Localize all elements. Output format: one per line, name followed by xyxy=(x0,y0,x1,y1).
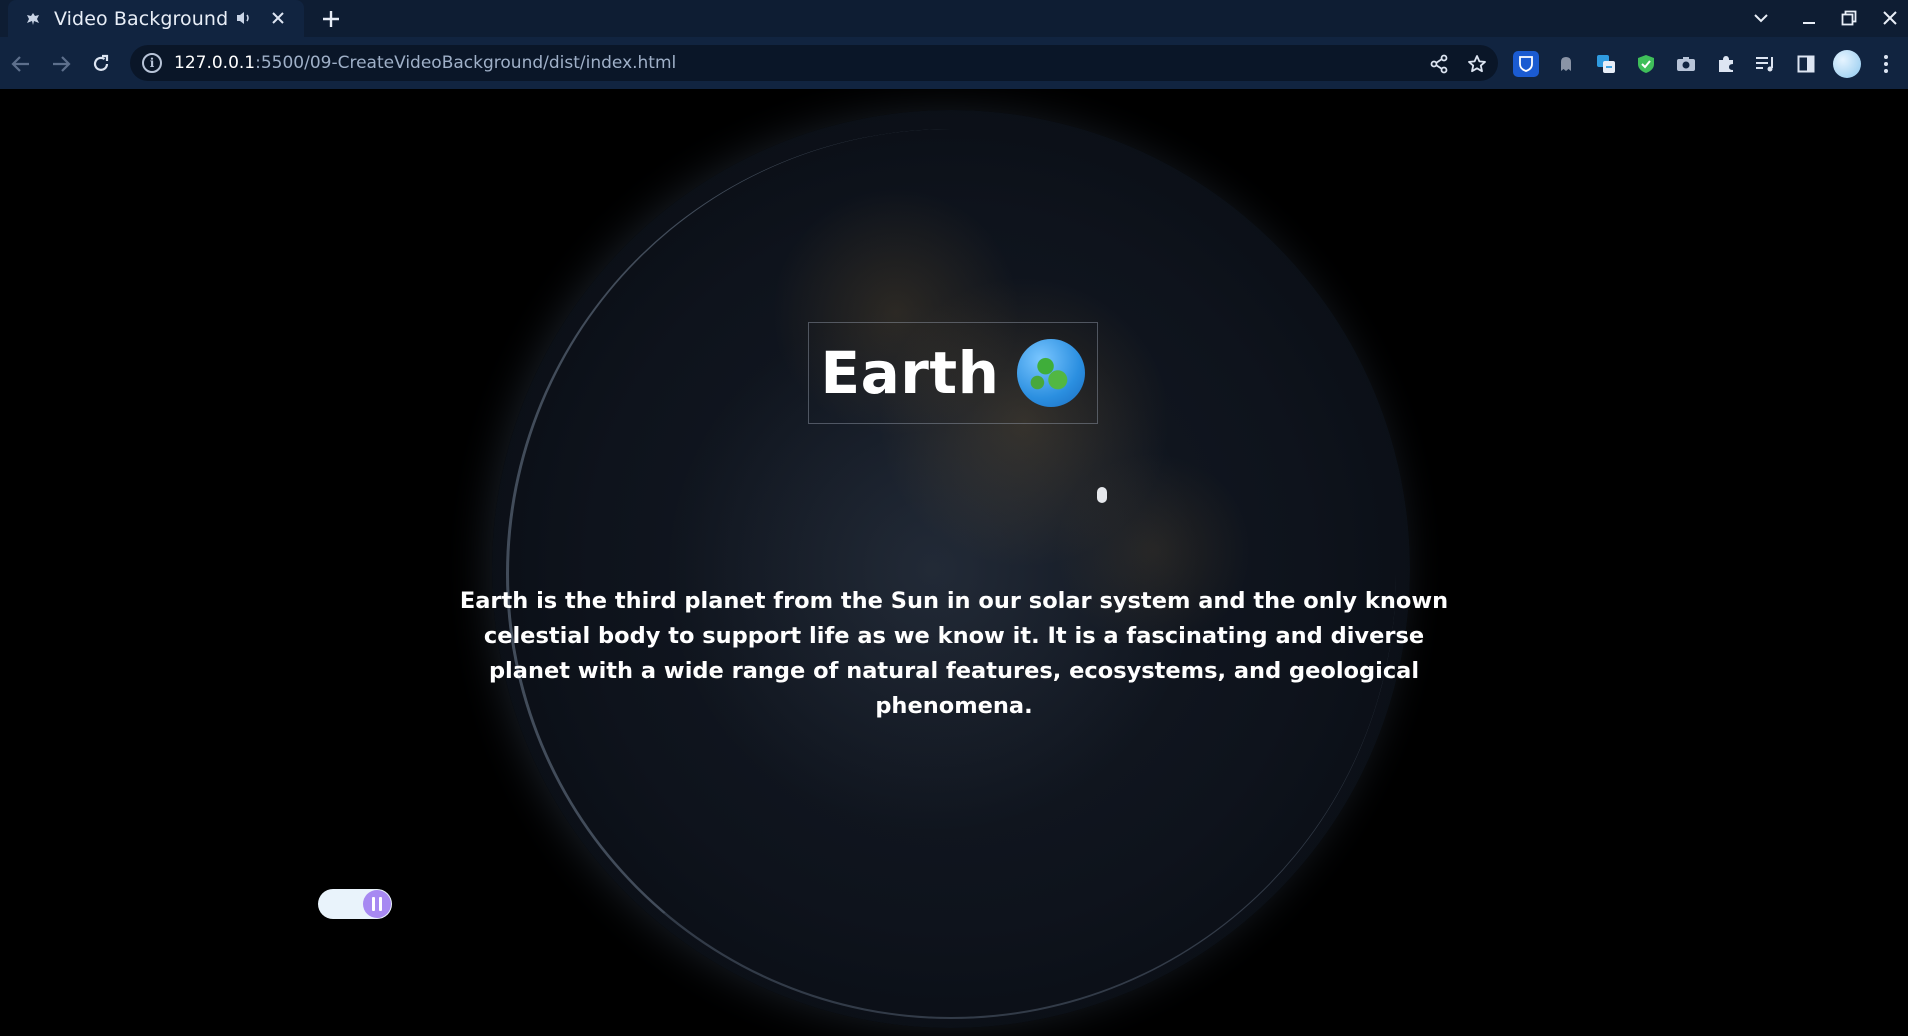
restore-button[interactable] xyxy=(1834,4,1864,32)
close-icon xyxy=(1883,11,1897,25)
new-tab-button[interactable] xyxy=(316,4,346,34)
shield-icon[interactable] xyxy=(1633,51,1659,77)
chevron-down-icon xyxy=(1754,14,1768,23)
url-text[interactable]: 127.0.0.1:5500/09-CreateVideoBackground/… xyxy=(174,53,676,73)
tab-strip: Video Background xyxy=(0,0,1908,37)
page-title-box: Earth xyxy=(808,322,1098,424)
reload-button[interactable] xyxy=(86,49,116,79)
media-list-icon[interactable] xyxy=(1753,51,1779,77)
earth-atmosphere-rim xyxy=(506,129,1396,1019)
page-title: Earth xyxy=(820,339,1000,407)
forward-icon xyxy=(53,56,71,72)
restore-icon xyxy=(1841,10,1857,26)
back-button[interactable] xyxy=(6,49,36,79)
bat-icon xyxy=(22,8,44,30)
minimize-icon xyxy=(1803,22,1815,24)
page-viewport xyxy=(0,89,1908,1036)
page-description: Earth is the third planet from the Sun i… xyxy=(459,588,1449,719)
translate-icon[interactable] xyxy=(1593,51,1619,77)
speaker-icon[interactable] xyxy=(234,8,254,28)
url-path: :5500/09-CreateVideoBackground/dist/inde… xyxy=(255,53,677,73)
back-icon xyxy=(11,56,29,72)
address-bar[interactable]: i 127.0.0.1:5500/09-CreateVideoBackgroun… xyxy=(130,45,1498,81)
share-icon[interactable] xyxy=(1426,51,1452,77)
tab-search-button[interactable] xyxy=(1746,4,1776,32)
forward-button[interactable] xyxy=(46,49,76,79)
minimize-button[interactable] xyxy=(1794,4,1824,32)
ghost-icon[interactable] xyxy=(1553,51,1579,77)
browser-tab[interactable]: Video Background xyxy=(8,0,304,37)
globe-europe-africa-icon xyxy=(1017,339,1086,407)
reload-icon xyxy=(93,54,109,71)
text-cursor xyxy=(1097,487,1107,503)
bookmark-star-icon[interactable] xyxy=(1464,51,1490,77)
window-close-button[interactable] xyxy=(1875,4,1905,32)
url-host: 127.0.0.1 xyxy=(174,53,256,73)
tab-title: Video Background xyxy=(54,7,229,30)
site-info-icon[interactable]: i xyxy=(142,53,162,73)
bitwarden-icon[interactable] xyxy=(1513,51,1539,77)
video-play-pause-toggle[interactable] xyxy=(318,889,392,919)
profile-avatar[interactable] xyxy=(1833,50,1861,78)
menu-icon[interactable] xyxy=(1873,51,1899,77)
pause-icon[interactable] xyxy=(363,890,391,918)
side-panel-icon[interactable] xyxy=(1793,51,1819,77)
plus-icon xyxy=(323,11,339,27)
puzzle-icon[interactable] xyxy=(1713,51,1739,77)
close-icon[interactable] xyxy=(266,6,290,30)
camera-icon[interactable] xyxy=(1673,51,1699,77)
browser-toolbar: i 127.0.0.1:5500/09-CreateVideoBackgroun… xyxy=(0,37,1908,89)
